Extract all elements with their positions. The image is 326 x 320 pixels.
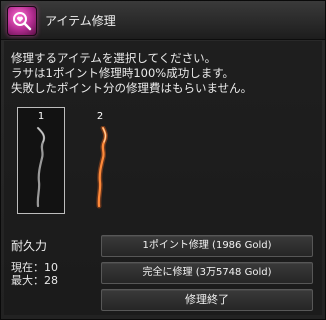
repair-full-button[interactable]: 完全に修理 (3万5748 Gold) xyxy=(101,262,313,284)
close-repair-button[interactable]: 修理終了 xyxy=(101,289,313,311)
description-line-2: ラサは1ポイント修理時100%成功します。 xyxy=(11,66,235,80)
durability-max: 最大：28 xyxy=(11,274,58,287)
glowing-orange-staff-icon xyxy=(96,126,109,209)
description-line-1: 修理するアイテムを選択してください。 xyxy=(11,51,217,65)
repair-heart-icon xyxy=(7,6,37,36)
repair-one-point-button[interactable]: 1ポイント修理 (1986 Gold) xyxy=(101,235,313,257)
description: 修理するアイテムを選択してください。 ラサは1ポイント修理時100%成功します。… xyxy=(11,51,252,96)
durability-label: 耐久力 xyxy=(11,239,48,253)
item-slot-1[interactable]: 1 xyxy=(17,107,65,214)
slot-number: 2 xyxy=(96,111,104,122)
item-slot-2[interactable]: 2 xyxy=(76,107,124,214)
slot-number: 1 xyxy=(37,111,45,122)
description-line-3: 失敗したポイント分の修理費はもらいません。 xyxy=(11,81,253,95)
window-title: アイテム修理 xyxy=(45,14,116,28)
title-bar[interactable]: アイテム修理 xyxy=(1,1,325,40)
item-repair-window: アイテム修理 修理するアイテムを選択してください。 ラサは1ポイント修理時100… xyxy=(0,0,326,320)
gray-staff-icon xyxy=(36,126,46,208)
